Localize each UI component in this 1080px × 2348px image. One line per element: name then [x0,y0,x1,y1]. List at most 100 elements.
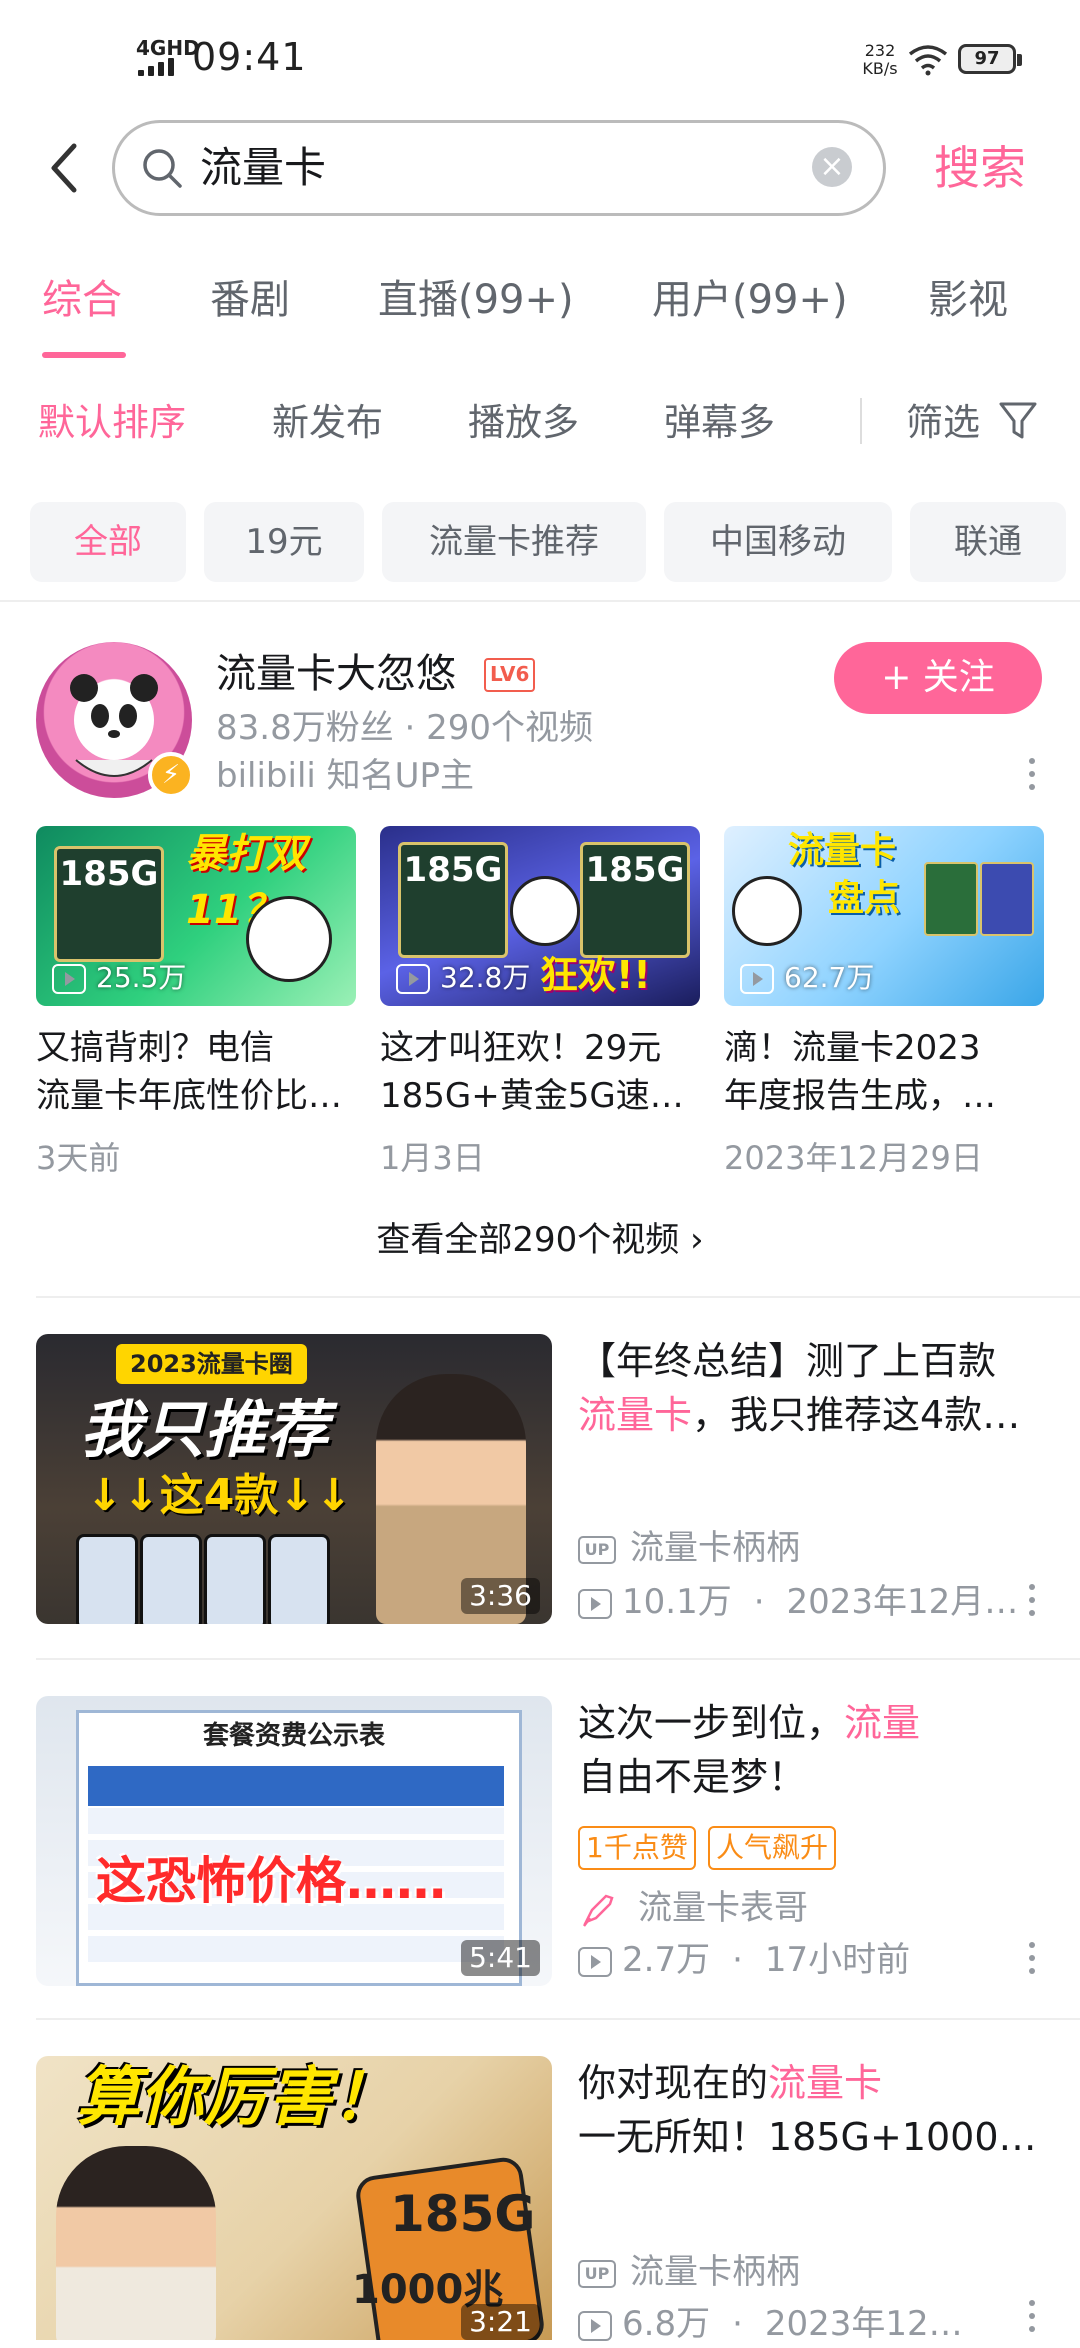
presenter-graphic [56,2146,216,2340]
uploader-video-date-2: 1月3日 [380,1139,485,1177]
divider [36,1658,1080,1660]
chip-19yuan[interactable]: 19元 [204,502,364,582]
filter-icon[interactable] [998,400,1038,442]
tab-users[interactable]: 用户(99+) [652,272,848,328]
phone-graphic [76,1534,138,1624]
table-header-graphic [88,1766,504,1806]
thumbnail-caption: 我只推荐 [80,1393,329,1466]
up-badge-icon: UP [578,1535,616,1564]
phone-graphic [268,1534,330,1624]
play-count-icon [396,964,430,994]
chip-unicom[interactable]: 联通 [910,502,1066,582]
video-uploader[interactable]: UP 流量卡柄柄 [578,2248,800,2296]
thumbnail-caption: 狂欢!! [540,953,651,997]
thumbnail-card-graphic: 185G [580,842,690,958]
sort-default[interactable]: 默认排序 [38,398,186,448]
uploader-role: bilibili 知名UP主 [216,756,475,796]
video-uploader[interactable]: UP 流量卡柄柄 [578,1524,800,1572]
search-button[interactable]: 搜索 [934,138,1026,198]
thumbnail-caption: 套餐资费公示表 [202,1721,385,1751]
play-count-icon [578,1588,612,1619]
search-query-text[interactable]: 流量卡 [200,140,326,196]
active-tab-indicator [42,352,126,358]
status-bar: 4GHD 09:41 232 KB/s 97 [0,0,1080,110]
search-icon [143,149,182,188]
more-options-icon[interactable] [1026,758,1038,798]
video-thumbnail[interactable]: 算你厉害！ 185G 1000兆 3:21 [36,2056,552,2340]
battery-icon: 97 [958,44,1022,74]
thumbnail-caption: ↓↓这4款↓↓ [86,1470,353,1521]
divider [0,600,1080,602]
thumbnail-card-graphic [980,862,1034,936]
uploader-video-title-3[interactable]: 滴！流量卡2023 年度报告生成，… [724,1024,1044,1120]
video-duration: 5:41 [461,1940,540,1976]
video-title[interactable]: 【年终总结】测了上百款 流量卡，我只推荐这4款… [578,1334,1048,1442]
thumbnail-caption: 185G [390,2185,536,2243]
tab-live[interactable]: 直播(99+) [378,272,574,328]
video-thumbnail[interactable]: 2023流量卡圈 我只推荐 ↓↓这4款↓↓ 3:36 [36,1334,552,1624]
network-speed: 232 KB/s [862,41,898,78]
chip-recommended[interactable]: 流量卡推荐 [382,502,646,582]
uploader-video-title-2[interactable]: 这才叫狂欢！29元 185G+黄金5G速率… [380,1024,700,1120]
signal-icon [138,58,184,76]
more-options-icon[interactable] [1026,1584,1038,1624]
play-count-icon [578,1946,612,1977]
panda-mascot-icon [246,896,332,982]
video-title[interactable]: 这次一步到位，流量 自由不是梦！ [578,1696,1048,1804]
uploader-video-title-1[interactable]: 又搞背刺？电信 流量卡年底性价比… [36,1024,356,1120]
chip-all[interactable]: 全部 [30,502,186,582]
follow-button[interactable]: + 关注 [834,642,1042,714]
play-count: 25.5万 [52,958,186,998]
divider [36,1296,1080,1298]
clear-icon[interactable]: × [812,147,852,187]
divider [36,2018,1080,2020]
sort-most-played[interactable]: 播放多 [468,398,579,448]
tab-movies[interactable]: 影视 [928,272,1008,328]
thumbnail-caption: 这恐怖价格…… [96,1852,446,1910]
wifi-icon [908,45,948,76]
sort-divider [860,398,862,444]
video-title[interactable]: 你对现在的流量卡 一无所知！185G+1000兆实… [578,2056,1048,2164]
uploader-video-thumbnail-1[interactable]: 185G 暴打双11？ 25.5万 [36,826,356,1006]
phone-graphic [204,1534,266,1624]
play-count: 62.7万 [740,958,874,998]
tab-bangumi[interactable]: 番剧 [210,272,290,328]
video-stats: 6.8万 · 2023年12… [578,2300,963,2348]
thumbnail-caption: 算你厉害！ [76,2061,396,2135]
tag-trending: 人气飙升 [708,1826,837,1870]
thumbnail-banner: 2023流量卡圈 [116,1344,307,1384]
uploader-stats: 83.8万粉丝 · 290个视频 [216,708,594,748]
filter-button[interactable]: 筛选 [906,398,980,448]
thumbnail-card-graphic [924,862,978,936]
thumbnail-card-graphic: 185G [398,842,508,958]
thumbnail-caption: 盘点 [828,878,901,919]
panda-mascot-icon [510,876,580,946]
video-duration: 3:21 [461,2304,540,2340]
more-options-icon[interactable] [1026,1942,1038,1982]
uploader-video-thumbnail-3[interactable]: 流量卡 盘点 62.7万 [724,826,1044,1006]
thumbnail-card-graphic: 185G [54,846,164,962]
chip-china-mobile[interactable]: 中国移动 [664,502,892,582]
back-arrow-icon[interactable] [44,138,84,198]
uploader-name[interactable]: 流量卡大忽悠 [216,646,456,702]
play-count-icon [52,964,86,994]
video-duration: 3:36 [461,1578,540,1614]
tab-all[interactable]: 综合 [42,272,122,328]
play-count-icon [578,2310,612,2341]
uploader-video-date-3: 2023年12月29日 [724,1139,983,1177]
sort-most-danmaku[interactable]: 弹幕多 [664,398,775,448]
level-badge: LV6 [484,658,536,692]
phone-graphic [140,1534,202,1624]
video-thumbnail[interactable]: 套餐资费公示表 这恐怖价格…… 5:41 [36,1696,552,1986]
verified-badge-icon: ⚡ [148,752,194,798]
sort-newest[interactable]: 新发布 [272,398,383,448]
video-stats: 10.1万 · 2023年12月… [578,1578,1018,1626]
clock: 09:41 [192,35,307,79]
video-uploader[interactable]: 流量卡表哥 [578,1884,808,1932]
play-count: 32.8万 [396,958,530,998]
uploader-video-thumbnail-2[interactable]: 185G 185G 狂欢!! 32.8万 [380,826,700,1006]
play-count-icon [740,964,774,994]
network-indicator: 4GHD [136,36,200,60]
see-all-videos-link[interactable]: 查看全部290个视频 › [0,1216,1080,1264]
more-options-icon[interactable] [1026,2300,1038,2340]
